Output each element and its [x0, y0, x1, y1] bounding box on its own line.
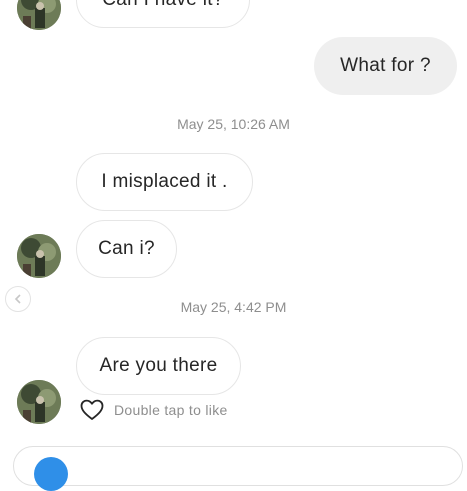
message-text: Can I have it? — [102, 0, 223, 11]
message-text: Can i? — [98, 238, 155, 259]
sender-avatar[interactable] — [17, 0, 61, 30]
message-text: I misplaced it . — [101, 171, 228, 192]
sender-avatar[interactable] — [17, 380, 61, 424]
like-row[interactable]: Double tap to like — [80, 399, 228, 421]
sender-avatar[interactable] — [17, 234, 61, 278]
message-bubble-outgoing[interactable]: What for ? — [314, 37, 457, 95]
message-text: What for ? — [340, 55, 431, 76]
timestamp: May 25, 4:42 PM — [180, 299, 287, 315]
message-bubble-incoming[interactable]: I misplaced it . — [76, 153, 253, 211]
message-bubble-incoming[interactable]: Can i? — [76, 220, 177, 278]
heart-icon[interactable] — [80, 399, 104, 421]
timestamp: May 25, 10:26 AM — [177, 116, 290, 132]
message-composer[interactable] — [13, 446, 463, 491]
message-bubble-incoming[interactable]: Can I have it? — [76, 0, 250, 28]
message-bubble-incoming[interactable]: Are you there — [76, 337, 241, 395]
camera-button[interactable] — [34, 457, 68, 491]
double-tap-hint: Double tap to like — [114, 402, 228, 418]
message-text: Are you there — [99, 355, 218, 376]
